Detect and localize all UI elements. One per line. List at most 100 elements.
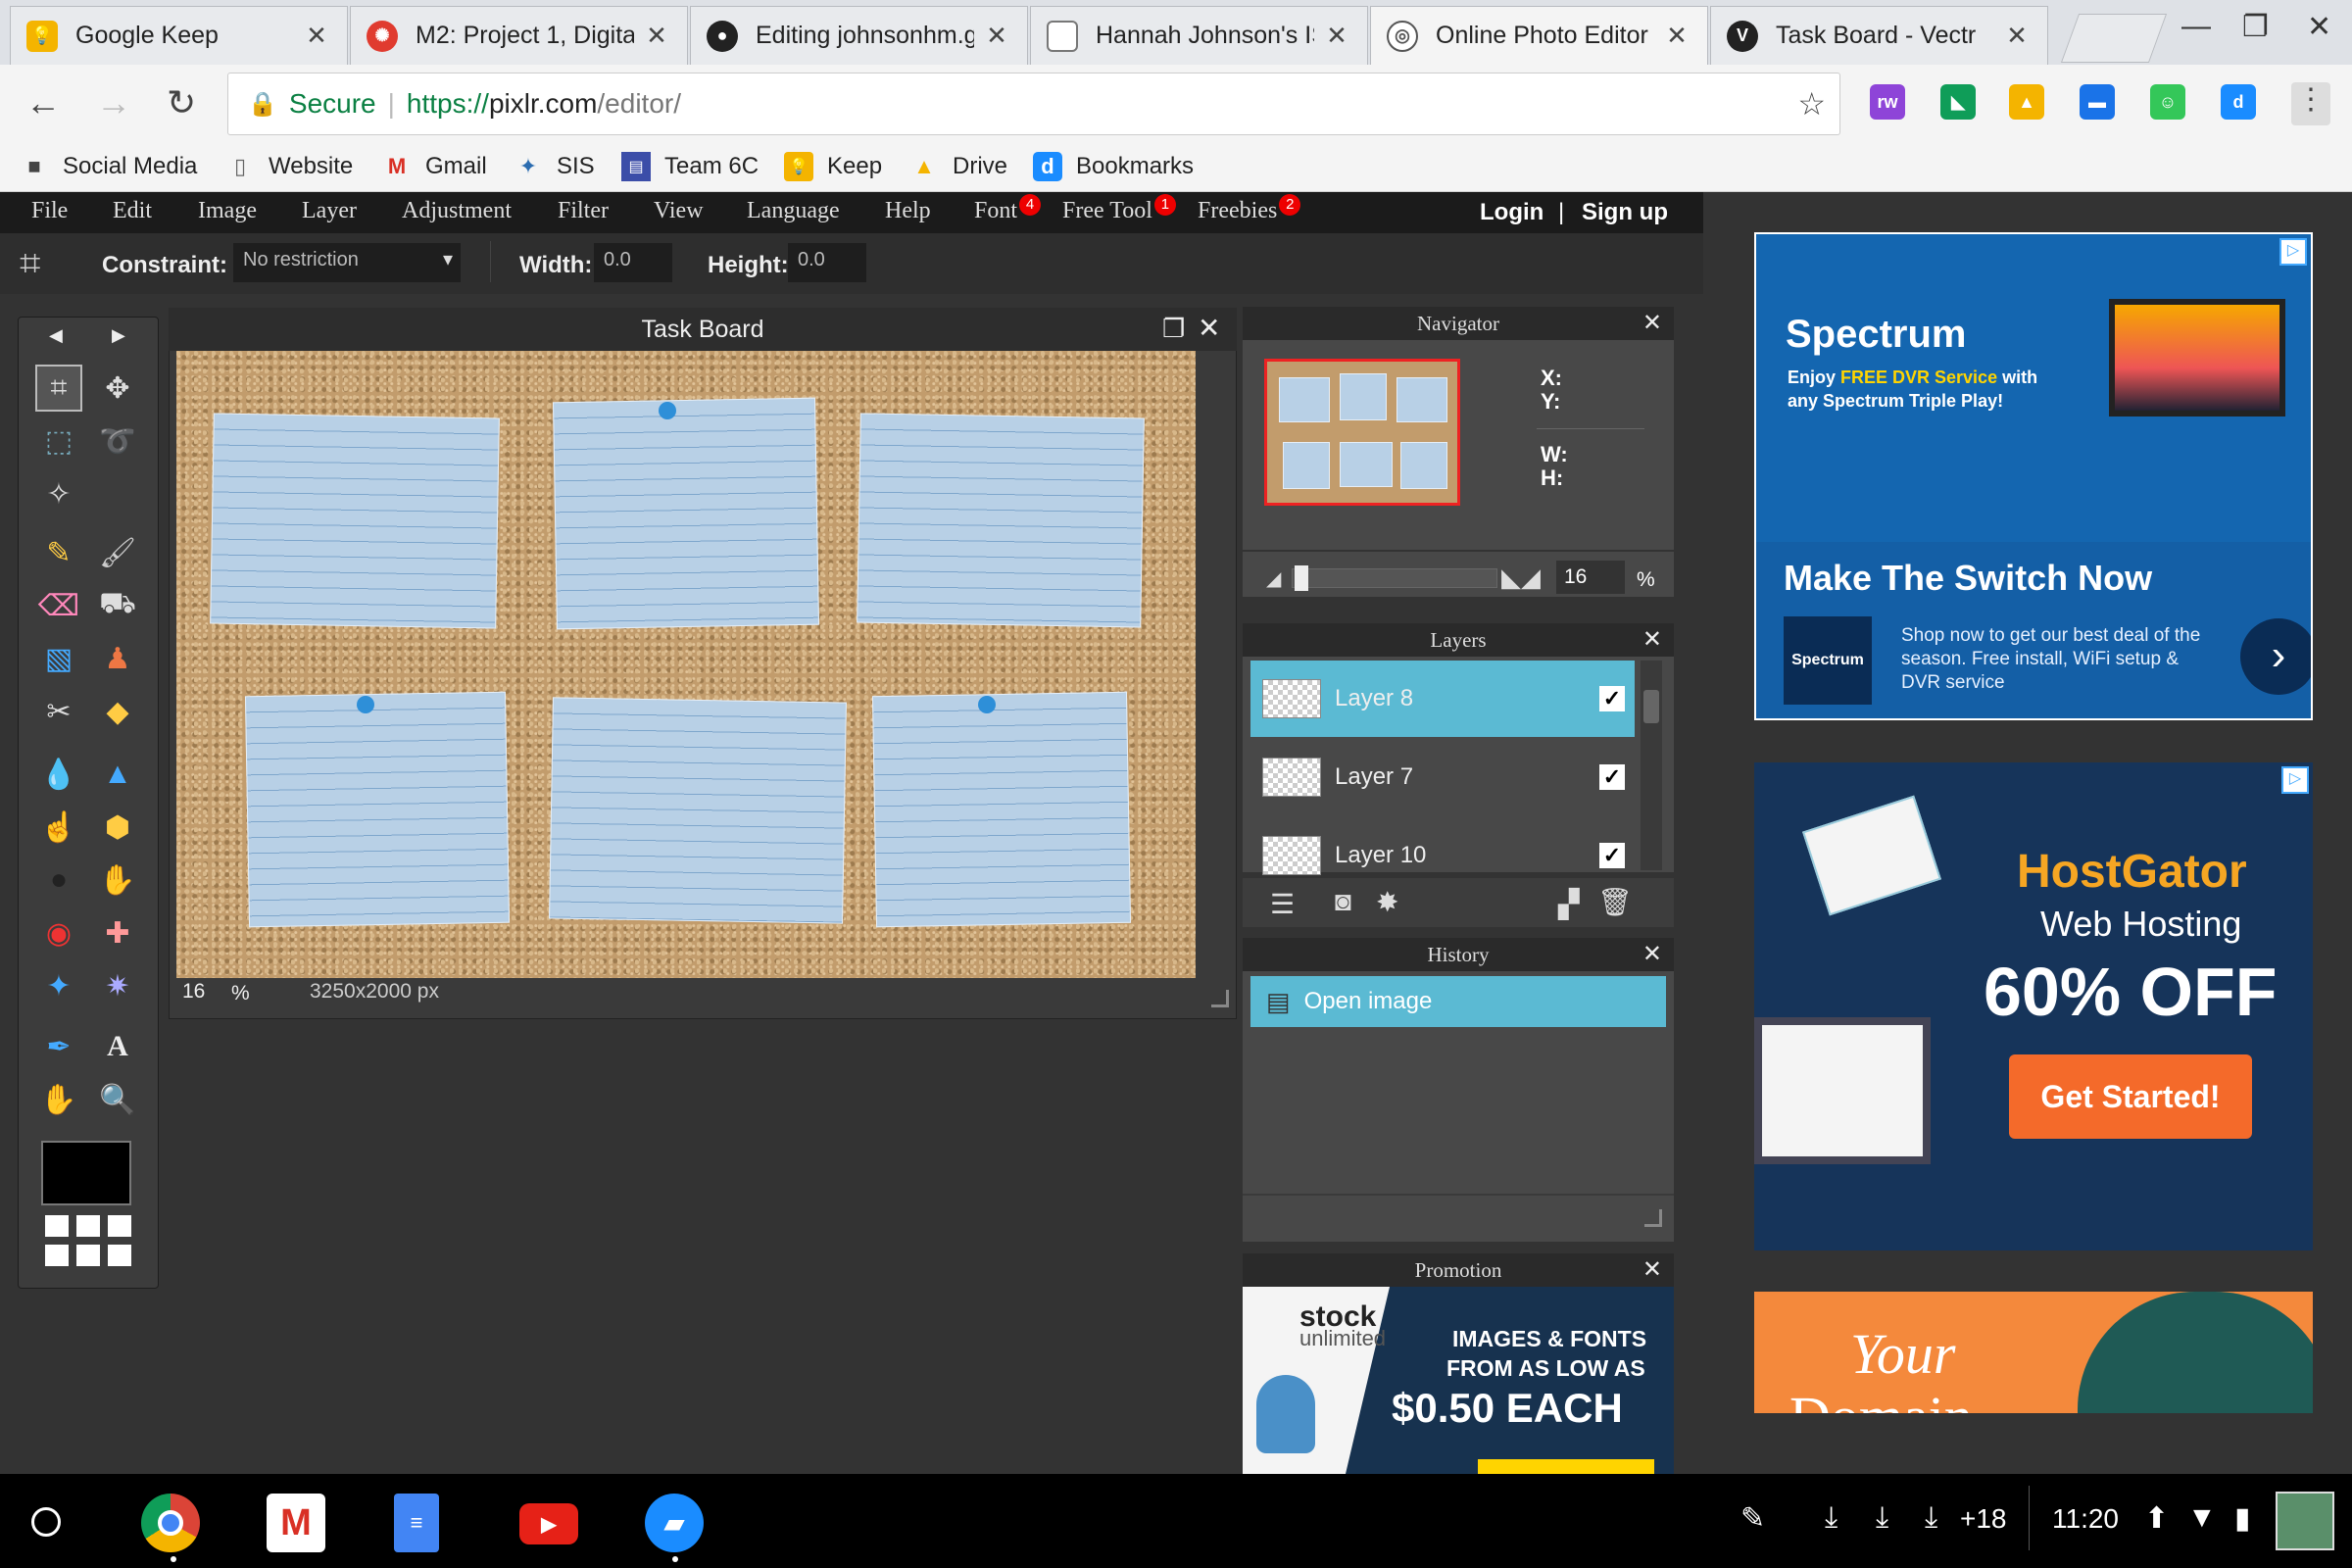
layer-visibility-checkbox[interactable]: ✓ <box>1599 843 1625 868</box>
menu-icon[interactable]: ⋮ <box>2291 82 2330 125</box>
bookmark-drive[interactable]: ▲ Drive <box>909 149 1007 184</box>
launcher-icon[interactable] <box>31 1507 61 1537</box>
pinch-icon[interactable]: ✷ <box>94 962 141 1009</box>
bloat-icon[interactable]: ✦ <box>35 962 82 1009</box>
constraint-select[interactable]: No restriction ▾ <box>233 243 461 282</box>
close-icon[interactable]: ✕ <box>302 21 331 51</box>
tab-google-keep[interactable]: 💡 Google Keep ✕ <box>10 6 348 65</box>
menu-help[interactable]: Help <box>885 198 931 224</box>
reload-icon[interactable]: ↻ <box>167 82 196 123</box>
get-started-button[interactable]: Get Started! <box>2009 1054 2252 1139</box>
login-link[interactable]: Login <box>1480 199 1544 226</box>
sponge-icon[interactable]: ⬢ <box>94 804 141 851</box>
bookmark-star-icon[interactable]: ☆ <box>1797 85 1826 122</box>
resize-grip-icon[interactable] <box>1644 1209 1662 1227</box>
text-tool-icon[interactable]: A <box>94 1023 141 1070</box>
layers-scrollbar[interactable] <box>1641 661 1662 870</box>
navigator-preview[interactable] <box>1264 359 1460 506</box>
image-canvas[interactable] <box>176 351 1196 978</box>
menu-view[interactable]: View <box>654 198 704 224</box>
bookmark-keep[interactable]: 💡 Keep <box>784 149 882 184</box>
grid-view-icon[interactable] <box>45 1215 131 1266</box>
spectrum-ad[interactable]: ▷ Spectrum Enjoy FREE DVR Service with a… <box>1754 232 2313 720</box>
tab-hannah-johnson[interactable]: Hannah Johnson's IS ✕ <box>1030 6 1368 65</box>
new-layer-icon[interactable]: ▞ <box>1558 888 1580 920</box>
move-icon[interactable]: ✥ <box>94 365 141 412</box>
width-input[interactable]: 0.0 <box>594 243 672 282</box>
layer-visibility-checkbox[interactable]: ✓ <box>1599 764 1625 790</box>
download-icon[interactable]: ⤓ <box>1876 1501 1888 1535</box>
history-item[interactable]: ▤ Open image <box>1250 976 1666 1027</box>
zoom-out-icon[interactable]: ◢ <box>1266 566 1281 591</box>
color-picker-icon[interactable]: ✒ <box>35 1023 82 1070</box>
address-bar[interactable]: 🔒 Secure | https://pixlr.com/editor/ ☆ <box>227 73 1840 135</box>
files-app-icon[interactable]: ▰ <box>645 1494 704 1552</box>
zoom-slider[interactable] <box>1292 565 1497 591</box>
new-tab-button[interactable] <box>2060 14 2168 63</box>
close-icon[interactable]: ✕ <box>642 21 671 51</box>
dictionary-extension-icon[interactable]: d <box>2221 84 2256 120</box>
hand-icon[interactable]: ✋ <box>35 1076 82 1123</box>
menu-freebies[interactable]: Freebies 2 <box>1198 194 1301 223</box>
tab-vectr[interactable]: V Task Board - Vectr ✕ <box>1710 6 2048 65</box>
menu-adjustment[interactable]: Adjustment <box>402 198 512 224</box>
drawing-icon[interactable]: ◆ <box>94 688 141 735</box>
menu-image[interactable]: Image <box>198 198 257 224</box>
zoom-in-icon[interactable]: ◣◢ <box>1501 563 1541 593</box>
eraser-icon[interactable]: ⌫ <box>35 582 82 629</box>
menu-free-tool[interactable]: Free Tool 1 <box>1062 194 1176 223</box>
promotion-banner[interactable]: stock unlimited IMAGES & FONTS FROM AS L… <box>1243 1287 1674 1474</box>
smudge-icon[interactable]: ☝ <box>35 804 82 851</box>
youtube-app-icon[interactable]: ▶ <box>519 1503 578 1544</box>
close-icon[interactable]: ✕ <box>982 21 1011 51</box>
close-icon[interactable]: ✕ <box>1662 21 1691 51</box>
close-image-icon[interactable]: ✕ <box>1198 312 1220 344</box>
lasso-icon[interactable]: ➰ <box>94 417 141 465</box>
zoom-icon[interactable]: 🔍 <box>94 1076 141 1123</box>
domain-ad[interactable]: Your Domain <box>1754 1292 2313 1413</box>
wifi-icon[interactable]: ▼ <box>2187 1501 2217 1535</box>
avatar[interactable] <box>2276 1492 2334 1550</box>
tab-github[interactable]: ● Editing johnsonhm.gi ✕ <box>690 6 1028 65</box>
bookmark-team-6c[interactable]: ▤ Team 6C <box>621 149 759 184</box>
cast-icon[interactable]: ◣ <box>1940 84 1976 120</box>
layer-visibility-checkbox[interactable]: ✓ <box>1599 686 1625 711</box>
brush-icon[interactable]: 🖌 <box>94 529 141 576</box>
red-eye-icon[interactable]: ◉ <box>35 909 82 956</box>
navigator-zoom-input[interactable]: 16 <box>1556 561 1625 594</box>
toolbox-collapse-left-icon[interactable]: ◀ <box>49 325 63 346</box>
download-icon[interactable]: ⤓ <box>1825 1501 1838 1535</box>
bookmark-bookmarks[interactable]: d Bookmarks <box>1033 149 1194 184</box>
hostgator-ad[interactable]: ▷ HostGator Web Hosting 60% OFF Get Star… <box>1754 762 2313 1250</box>
layer-row[interactable]: Layer 7 ✓ <box>1250 739 1635 815</box>
sharpen-icon[interactable]: ▲ <box>94 751 141 798</box>
stylus-icon[interactable]: ✎ <box>1740 1501 1765 1536</box>
upload-icon[interactable]: ⬆ <box>2144 1501 2169 1536</box>
bookmark-gmail[interactable]: M Gmail <box>382 149 487 184</box>
blur-icon[interactable]: 💧 <box>35 751 82 798</box>
close-window-icon[interactable]: ✕ <box>2307 10 2331 44</box>
clock[interactable]: 11:20 <box>2052 1503 2119 1535</box>
color-replace-icon[interactable]: ✂ <box>35 688 82 735</box>
gmail-app-icon[interactable]: M <box>267 1494 325 1552</box>
maximize-icon[interactable]: ❐ <box>2242 10 2269 44</box>
bucket-icon[interactable]: ⛟ <box>94 582 141 629</box>
tab-pixlr[interactable]: ◎ Online Photo Editor | ✕ <box>1370 6 1708 65</box>
tab-m2-project[interactable]: ✺ M2: Project 1, Digital ✕ <box>350 6 688 65</box>
close-icon[interactable]: ✕ <box>1642 625 1662 654</box>
pencil-icon[interactable]: ✎ <box>35 529 82 576</box>
close-icon[interactable]: ✕ <box>1322 21 1351 51</box>
gradient-icon[interactable]: ▧ <box>35 635 82 682</box>
close-icon[interactable]: ✕ <box>2002 21 2032 51</box>
extension-rw-icon[interactable]: rw <box>1870 84 1905 120</box>
layer-row[interactable]: Layer 8 ✓ <box>1250 661 1635 737</box>
adchoices-icon[interactable]: ▷ <box>2279 238 2307 266</box>
chrome-icon[interactable] <box>141 1494 200 1552</box>
download-icon[interactable]: ⤓ <box>1925 1501 1937 1535</box>
close-icon[interactable]: ✕ <box>1642 940 1662 968</box>
layer-style-icon[interactable]: ✸ <box>1376 886 1398 918</box>
drive-extension-icon[interactable]: ▲ <box>2009 84 2044 120</box>
bookmark-sis[interactable]: ✦ SIS <box>514 149 595 184</box>
layer-settings-icon[interactable]: ☰ <box>1270 888 1295 920</box>
restore-window-icon[interactable]: ❐ <box>1162 314 1185 344</box>
